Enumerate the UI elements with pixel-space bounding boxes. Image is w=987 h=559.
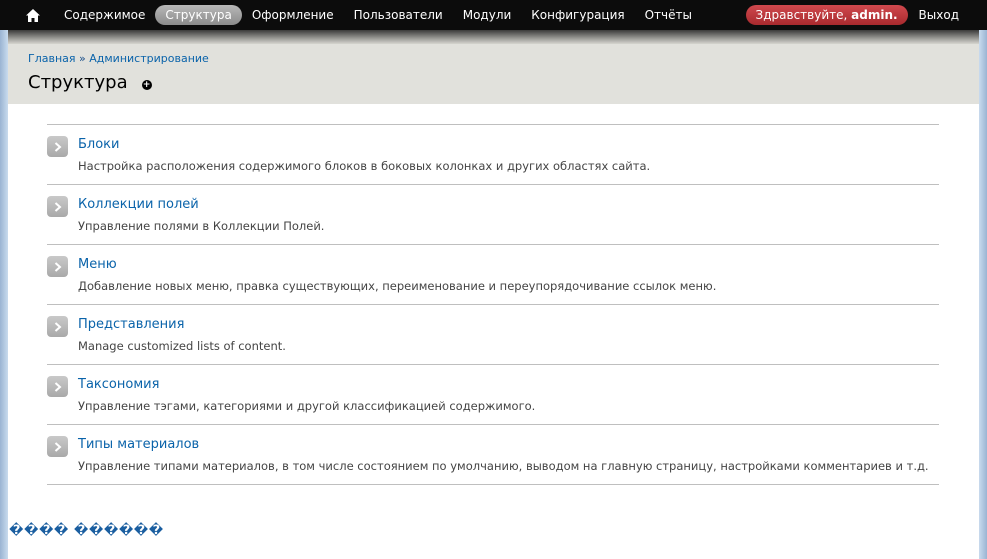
item-link-field-collections[interactable]: Коллекции полей — [78, 197, 199, 212]
list-item: Коллекции полей Управление полями в Колл… — [47, 185, 939, 245]
nav-item-structure[interactable]: Структура — [155, 5, 242, 25]
nav-item-reports[interactable]: Отчёты — [635, 5, 702, 25]
list-item: Представления Manage customized lists of… — [47, 305, 939, 365]
nav-item-people[interactable]: Пользователи — [344, 5, 453, 25]
item-link-views[interactable]: Представления — [78, 317, 184, 332]
nav-item-appearance[interactable]: Оформление — [242, 5, 344, 25]
list-item: Меню Добавление новых меню, правка сущес… — [47, 245, 939, 305]
toolbar-menu: Содержимое Структура Оформление Пользова… — [54, 5, 702, 25]
breadcrumb-separator: » — [75, 52, 90, 65]
item-description: Управление полями в Коллекции Полей. — [78, 219, 325, 233]
item-link-menus[interactable]: Меню — [78, 257, 117, 272]
breadcrumb-admin[interactable]: Администрирование — [89, 52, 209, 65]
nav-item-content[interactable]: Содержимое — [54, 5, 155, 25]
toolbar-shadow — [8, 30, 979, 44]
item-description: Manage customized lists of content. — [78, 339, 286, 353]
item-link-blocks[interactable]: Блоки — [78, 137, 119, 152]
chevron-right-icon[interactable] — [47, 196, 68, 217]
breadcrumb-home[interactable]: Главная — [28, 52, 76, 65]
admin-toolbar: Содержимое Структура Оформление Пользова… — [0, 0, 987, 30]
item-description: Настройка расположения содержимого блоко… — [78, 159, 651, 173]
page-title: Структура — [28, 72, 128, 93]
item-link-taxonomy[interactable]: Таксономия — [78, 377, 159, 392]
add-shortcut-icon[interactable]: + — [141, 79, 152, 90]
user-area: Здравствуйте, admin. Выход — [745, 5, 959, 25]
page-title-row: Структура + — [28, 72, 152, 93]
user-greeting[interactable]: Здравствуйте, admin. — [745, 5, 908, 25]
nav-item-modules[interactable]: Модули — [453, 5, 522, 25]
chevron-right-icon[interactable] — [47, 136, 68, 157]
item-link-content-types[interactable]: Типы материалов — [78, 437, 199, 452]
chevron-right-icon[interactable] — [47, 256, 68, 277]
home-icon[interactable] — [22, 4, 44, 26]
item-description: Управление типами материалов, в том числ… — [78, 459, 929, 473]
list-item: Блоки Настройка расположения содержимого… — [47, 125, 939, 185]
item-description: Управление тэгами, категориями и другой … — [78, 399, 536, 413]
window-frame-left — [0, 0, 8, 559]
nav-item-configuration[interactable]: Конфигурация — [521, 5, 634, 25]
list-item: Типы материалов Управление типами матери… — [47, 425, 939, 485]
chevron-right-icon[interactable] — [47, 376, 68, 397]
greeting-username: admin. — [851, 8, 898, 22]
logout-link[interactable]: Выход — [919, 8, 959, 22]
list-item: Таксономия Управление тэгами, категориям… — [47, 365, 939, 425]
footer-garbled-link[interactable]: ���� ������ — [9, 523, 164, 538]
breadcrumb: Главная » Администрирование — [28, 52, 209, 65]
window-frame-right — [979, 0, 987, 559]
chevron-right-icon[interactable] — [47, 316, 68, 337]
admin-list: Блоки Настройка расположения содержимого… — [47, 124, 939, 485]
greeting-prefix: Здравствуйте, — [755, 8, 852, 22]
item-description: Добавление новых меню, правка существующ… — [78, 279, 717, 293]
chevron-right-icon[interactable] — [47, 436, 68, 457]
